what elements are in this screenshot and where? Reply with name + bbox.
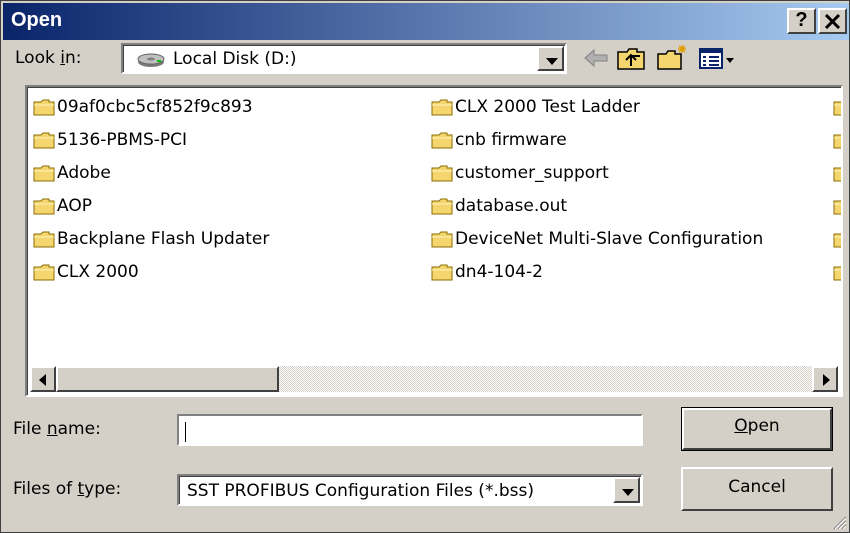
folder-icon <box>33 99 55 116</box>
file-list-item[interactable]: customer_support <box>431 161 609 185</box>
file-list-item-clipped[interactable] <box>833 227 841 251</box>
folder-icon <box>431 264 453 281</box>
folder-icon <box>33 198 55 215</box>
folder-icon <box>431 165 453 182</box>
file-list-item[interactable]: Backplane Flash Updater <box>33 227 269 251</box>
file-list-item[interactable]: AOP <box>33 194 92 218</box>
file-type-label: Files of type: <box>13 479 122 499</box>
file-list-item-label: 5136-PBMS-PCI <box>57 130 188 150</box>
title-bar[interactable]: Open ? <box>3 3 849 40</box>
folder-icon <box>33 132 55 149</box>
resize-grip-icon[interactable] <box>831 514 847 530</box>
help-button[interactable]: ? <box>787 8 816 34</box>
cancel-button[interactable]: Cancel <box>681 467 833 511</box>
folder-icon <box>33 165 55 182</box>
scroll-right-button[interactable] <box>812 366 838 392</box>
look-in-label: Look in: <box>15 48 82 68</box>
file-list-item[interactable]: dn4-104-2 <box>431 260 543 284</box>
folder-icon <box>431 231 453 248</box>
file-list-item[interactable]: CLX 2000 <box>33 260 139 284</box>
file-list-item[interactable]: Adobe <box>33 161 111 185</box>
folder-icon <box>33 264 55 281</box>
file-name-input-box[interactable] <box>177 414 644 446</box>
file-list-item-label: Adobe <box>57 163 111 183</box>
folder-icon <box>431 99 453 116</box>
file-list-item-label: DeviceNet Multi-Slave Configuration <box>455 229 764 249</box>
look-in-dropdown-button[interactable] <box>537 46 564 71</box>
file-list-item[interactable]: database.out <box>431 194 567 218</box>
file-list-item-label: Backplane Flash Updater <box>57 229 270 249</box>
file-list-item[interactable]: DeviceNet Multi-Slave Configuration <box>431 227 763 251</box>
file-name-input[interactable] <box>180 417 644 441</box>
file-list-item-label: cnb firmware <box>455 130 567 150</box>
file-list-item-label: 09af0cbc5cf852f9c893 <box>57 97 253 117</box>
open-button[interactable]: Open <box>681 407 833 451</box>
folder-icon <box>833 200 841 215</box>
file-list-item[interactable]: CLX 2000 Test Ladder <box>431 95 640 119</box>
folder-icon <box>833 167 841 182</box>
folder-icon <box>833 101 841 116</box>
file-list-item[interactable]: 09af0cbc5cf852f9c893 <box>33 95 253 119</box>
file-type-value: SST PROFIBUS Configuration Files (*.bss) <box>187 481 534 501</box>
file-list-item-label: AOP <box>57 196 92 216</box>
open-dialog: Open ? Look in: Local Disk (D:) 09af0cbc… <box>0 0 850 533</box>
file-list-item[interactable]: 5136-PBMS-PCI <box>33 128 187 152</box>
drive-icon <box>137 53 165 67</box>
file-list-item-clipped[interactable] <box>833 161 841 185</box>
file-type-dropdown-button[interactable] <box>613 477 640 503</box>
file-list-item-label: database.out <box>455 196 568 216</box>
file-list-item-clipped[interactable] <box>833 260 841 284</box>
file-type-combobox[interactable]: SST PROFIBUS Configuration Files (*.bss) <box>177 474 643 506</box>
file-list-item[interactable]: cnb firmware <box>431 128 567 152</box>
text-caret <box>185 422 186 442</box>
folder-icon <box>431 132 453 149</box>
arrow-right-icon <box>823 374 830 386</box>
folder-icon <box>33 231 55 248</box>
chevron-down-icon <box>622 489 634 496</box>
scroll-left-button[interactable] <box>30 366 56 392</box>
horizontal-scrollbar[interactable] <box>30 366 838 392</box>
up-folder-icon[interactable] <box>615 43 649 73</box>
file-name-label: File name: <box>13 419 101 439</box>
folder-icon <box>833 134 841 149</box>
arrow-left-icon <box>39 374 46 386</box>
file-list-item-clipped[interactable] <box>833 128 841 152</box>
new-folder-icon[interactable] <box>655 43 689 73</box>
window-title: Open <box>11 9 63 31</box>
look-in-value: Local Disk (D:) <box>173 49 297 69</box>
look-in-combobox[interactable]: Local Disk (D:) <box>121 43 567 74</box>
chevron-down-icon <box>546 58 558 65</box>
file-list-item-clipped[interactable] <box>833 95 841 119</box>
folder-icon <box>833 266 841 281</box>
file-list[interactable]: 09af0cbc5cf852f9c893 5136-PBMS-PCI Adobe AO… <box>25 85 843 397</box>
close-icon <box>824 14 841 29</box>
file-list-item-label: CLX 2000 Test Ladder <box>455 97 640 117</box>
file-list-item-label: customer_support <box>455 163 609 183</box>
file-list-item-label: dn4-104-2 <box>455 262 543 282</box>
close-button[interactable] <box>818 8 847 34</box>
scroll-thumb[interactable] <box>56 366 279 392</box>
folder-icon <box>431 198 453 215</box>
file-list-item-label: CLX 2000 <box>57 262 139 282</box>
back-arrow-icon[interactable] <box>579 43 613 73</box>
file-list-item-clipped[interactable] <box>833 194 841 218</box>
view-menu-icon[interactable] <box>697 43 737 73</box>
folder-icon <box>833 233 841 248</box>
